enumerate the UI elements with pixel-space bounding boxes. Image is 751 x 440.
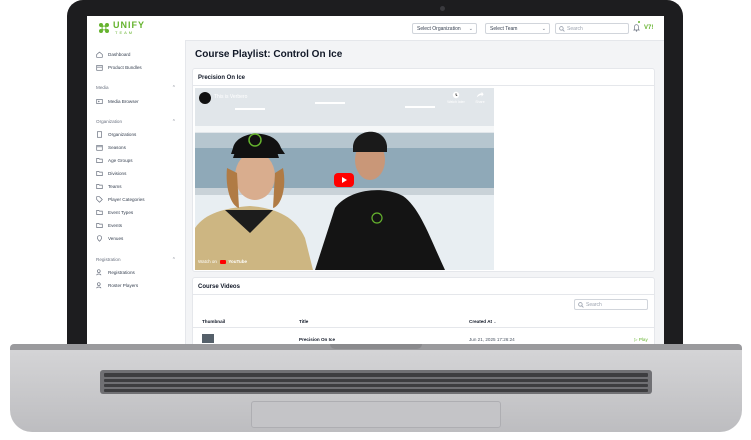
- watch-later-label: Watch later: [447, 100, 465, 104]
- tag-icon: [96, 196, 103, 203]
- sidebar-section-media[interactable]: Media ⌃: [96, 84, 176, 92]
- organization-select-label: Select Organization: [417, 26, 461, 32]
- table-header-divider: [193, 327, 654, 328]
- video-player[interactable]: This is Verbero Watch later Share Watch …: [195, 88, 494, 270]
- card-divider: [193, 294, 654, 295]
- box-icon: [96, 65, 103, 71]
- row-created-at: Jun 21, 2025 17:26:24: [469, 337, 515, 342]
- sidebar-item-label: Registrations: [108, 270, 135, 275]
- share-icon: [476, 91, 484, 98]
- course-videos-card: Course Videos: [192, 277, 655, 345]
- section-title: Registration: [96, 257, 121, 262]
- top-bar: UNIFY TEAM Select Organization ⌄ Select …: [87, 16, 664, 41]
- sidebar-section-registration[interactable]: Registration ⌃: [96, 256, 176, 264]
- users-icon: [96, 269, 102, 276]
- app-logo[interactable]: UNIFY TEAM: [97, 21, 153, 36]
- sidebar-section-organization[interactable]: Organization ⌃: [96, 118, 176, 126]
- section-title: Organization: [96, 119, 123, 124]
- course-videos-search-input[interactable]: Search: [574, 299, 648, 310]
- sidebar-item-label: Teams: [108, 184, 122, 189]
- logo-subtext: TEAM: [115, 30, 135, 35]
- space-key-row: [104, 389, 648, 392]
- sidebar-item-label: Media Browser: [108, 99, 139, 104]
- watch-on-label: Watch on: [198, 259, 217, 264]
- logo-mark-icon: [99, 23, 109, 33]
- sidebar-item-label: Divisions: [108, 171, 127, 176]
- global-search-input[interactable]: Search: [555, 23, 629, 34]
- app-screen: UNIFY TEAM Select Organization ⌄ Select …: [87, 16, 664, 345]
- building-icon: [97, 131, 102, 138]
- calendar-icon: [96, 145, 103, 151]
- pin-icon: [97, 235, 102, 242]
- folder-icon: [96, 171, 103, 176]
- folder-icon: [96, 210, 103, 215]
- sidebar-item-label: Dashboard: [108, 52, 131, 57]
- column-header-created-at[interactable]: Created At: [469, 319, 492, 325]
- chevron-up-icon: ⌃: [171, 85, 176, 91]
- watch-later-button[interactable]: Watch later: [445, 91, 467, 104]
- bell-icon[interactable]: [633, 24, 640, 32]
- sidebar-item-label: Organizations: [108, 132, 137, 137]
- function-key-row: [104, 373, 648, 377]
- share-label: Share: [475, 100, 485, 104]
- page-title: Course Playlist: Control On Ice: [195, 49, 343, 60]
- media-icon: [96, 99, 103, 104]
- sidebar-item-label: Event Types: [108, 210, 134, 215]
- course-videos-search-placeholder: Search: [586, 302, 602, 308]
- search-icon: [559, 26, 565, 32]
- folder-icon: [96, 184, 103, 189]
- team-select-label: Select Team: [490, 26, 518, 32]
- sidebar: Dashboard Product Bundles Media ⌃ Media …: [87, 40, 186, 345]
- watch-on-youtube-link[interactable]: Watch on YouTube: [198, 259, 247, 264]
- clock-icon: [452, 91, 460, 99]
- play-button[interactable]: [334, 173, 354, 187]
- letter-key-row: [104, 384, 648, 387]
- sidebar-item-label: Roster Players: [108, 283, 139, 288]
- channel-logo[interactable]: [199, 92, 211, 104]
- video-title[interactable]: This is Verbero: [214, 94, 247, 100]
- sidebar-item-label: Venues: [108, 236, 124, 241]
- keyboard: [100, 370, 652, 394]
- chevron-down-icon: ⌄: [468, 26, 473, 32]
- section-title: Media: [96, 85, 109, 90]
- user-avatar[interactable]: V7!: [644, 24, 653, 32]
- sidebar-item-label: Product Bundles: [108, 65, 142, 70]
- team-select[interactable]: Select Team ⌄: [485, 23, 550, 34]
- number-key-row: [104, 379, 648, 382]
- sidebar-item-label: Player Categories: [108, 197, 145, 202]
- organization-select[interactable]: Select Organization ⌄: [412, 23, 477, 34]
- sort-icon[interactable]: ⌄: [493, 319, 497, 325]
- webcam: [440, 6, 445, 11]
- card-divider: [193, 85, 654, 86]
- chevron-down-icon: ⌄: [541, 26, 546, 32]
- chevron-up-icon: ⌃: [171, 119, 176, 125]
- global-search-placeholder: Search: [567, 26, 583, 32]
- chevron-up-icon: ⌃: [171, 257, 176, 263]
- column-header-thumbnail: Thumbnail: [202, 319, 226, 324]
- sidebar-item-label: Events: [108, 223, 123, 228]
- hinge-notch: [330, 344, 422, 349]
- play-button[interactable]: ▷ Play: [634, 337, 648, 343]
- folder-icon: [96, 223, 103, 228]
- course-videos-title: Course Videos: [198, 284, 240, 290]
- search-icon: [578, 302, 584, 308]
- logo-text: UNIFY: [113, 20, 145, 30]
- laptop-base: [10, 344, 742, 432]
- play-label: Play: [638, 337, 648, 342]
- share-button[interactable]: Share: [472, 91, 488, 104]
- youtube-label: YouTube: [228, 259, 247, 264]
- sidebar-item-label: Seasons: [108, 145, 126, 150]
- home-icon: [96, 51, 103, 58]
- youtube-icon: [220, 259, 227, 264]
- video-card-title: Precision On Ice: [198, 75, 246, 81]
- play-icon: ▷: [634, 337, 638, 342]
- notification-dot: [638, 21, 640, 23]
- users-icon: [96, 282, 102, 289]
- trackpad: [251, 401, 501, 428]
- video-thumbnail[interactable]: [202, 334, 214, 343]
- column-header-title[interactable]: Title: [299, 319, 308, 325]
- folder-icon: [96, 158, 103, 163]
- row-title[interactable]: Precision On Ice: [299, 337, 335, 343]
- sidebar-item-label: Age Groups: [108, 158, 133, 163]
